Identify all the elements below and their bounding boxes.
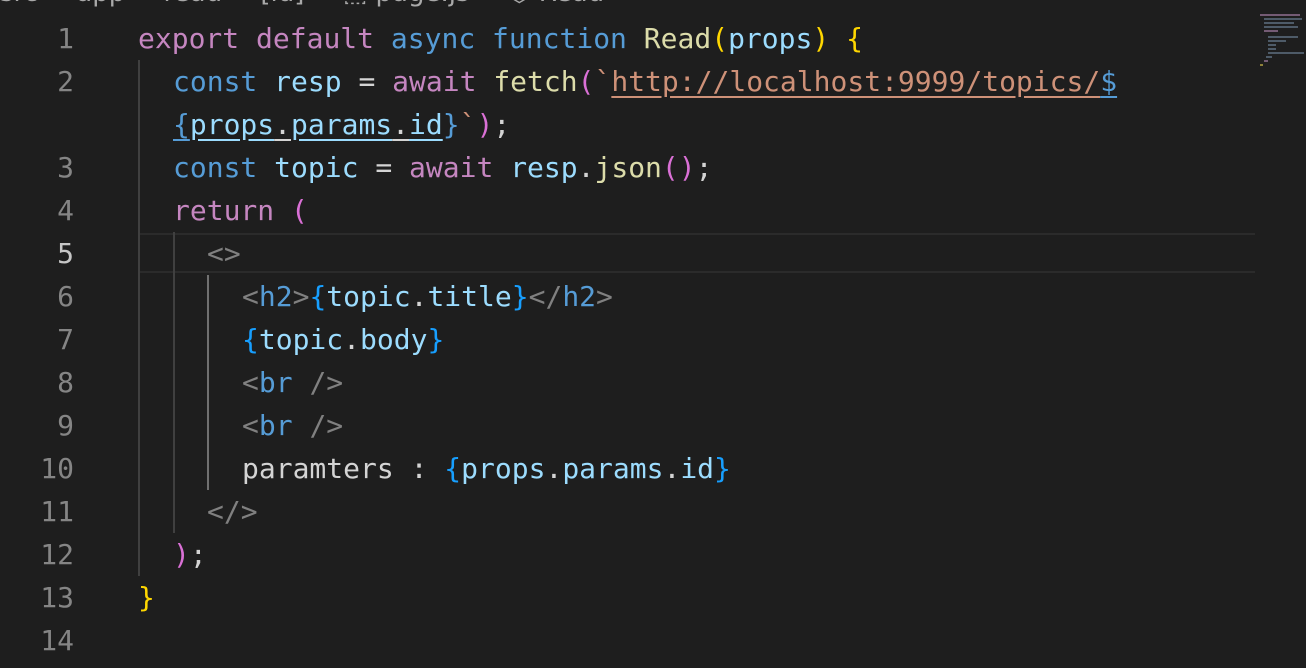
- code-line-1[interactable]: export default async function Read(props…: [138, 17, 863, 60]
- code-line-11[interactable]: </>: [207, 490, 258, 533]
- minimap-line: [1260, 14, 1300, 16]
- minimap-line: [1264, 60, 1268, 62]
- code-line-3[interactable]: const topic = await resp.json();: [173, 146, 713, 189]
- code-line-2[interactable]: const resp = await fetch(`http://localho…: [173, 60, 1117, 103]
- code-editor[interactable]: export default async function Read(props…: [0, 0, 1255, 668]
- code-line-7[interactable]: {topic.body}: [242, 318, 444, 361]
- minimap[interactable]: [1258, 14, 1306, 74]
- minimap-line: [1264, 26, 1298, 28]
- code-line-9[interactable]: <br />: [242, 404, 343, 447]
- minimap-line: [1260, 64, 1263, 66]
- code-line-8[interactable]: <br />: [242, 361, 343, 404]
- minimap-line: [1268, 52, 1304, 54]
- minimap-line: [1268, 44, 1276, 46]
- code-line-2-wrap[interactable]: {props.params.id}`);: [173, 103, 510, 146]
- minimap-line: [1268, 36, 1298, 38]
- current-line-highlight: [138, 233, 1255, 273]
- code-line-4[interactable]: return (: [173, 189, 308, 232]
- code-line-13[interactable]: }: [138, 576, 155, 619]
- code-line-5[interactable]: <>: [207, 232, 241, 275]
- minimap-line: [1264, 22, 1294, 24]
- minimap-line: [1268, 40, 1286, 42]
- code-line-6[interactable]: <h2>{topic.title}</h2>: [242, 275, 613, 318]
- code-line-10[interactable]: paramters : {props.params.id}: [242, 447, 731, 490]
- code-line-12[interactable]: );: [173, 533, 207, 576]
- minimap-line: [1266, 56, 1272, 58]
- minimap-line: [1264, 18, 1302, 20]
- indent-guide-active: [207, 275, 209, 490]
- indent-guide: [138, 60, 140, 576]
- minimap-line: [1268, 48, 1276, 50]
- minimap-line: [1264, 30, 1278, 32]
- indent-guide: [173, 232, 175, 533]
